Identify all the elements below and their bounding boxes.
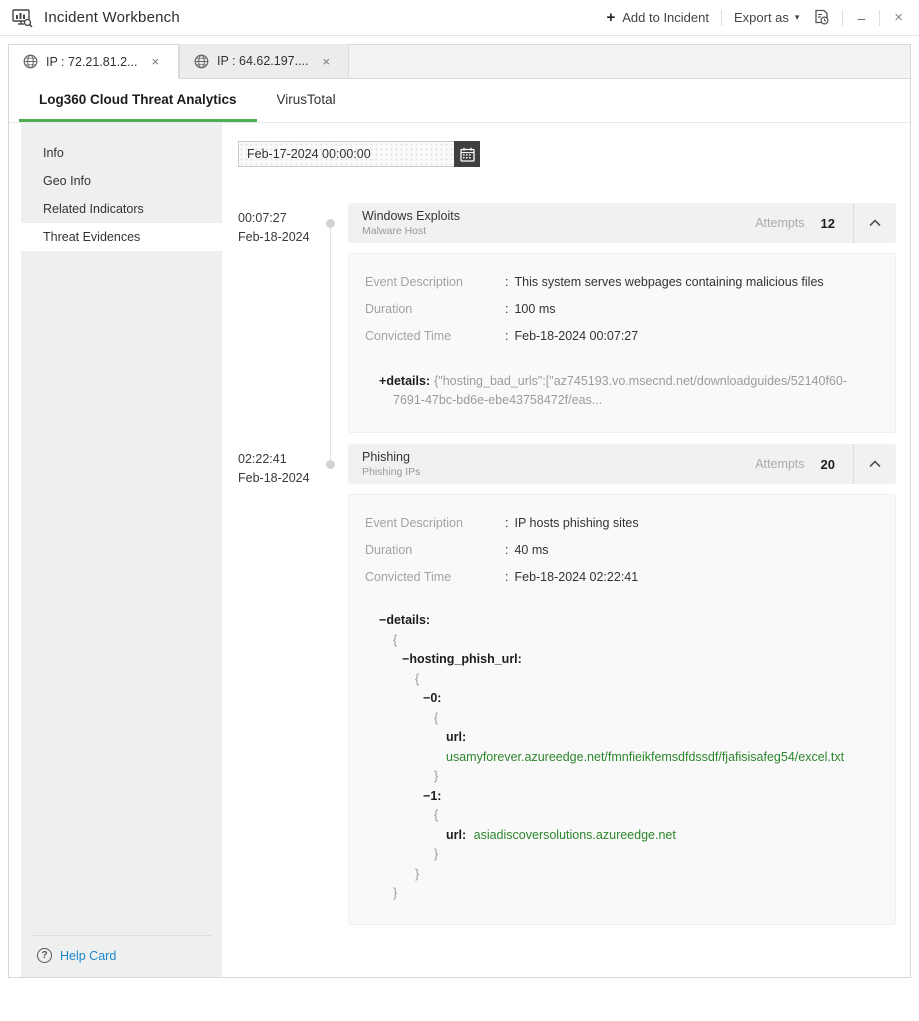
event-title: Phishing (362, 450, 755, 464)
field-value: :40 ms (505, 537, 549, 564)
field-label: Duration (365, 537, 505, 564)
add-to-incident-button[interactable]: + Add to Incident (606, 9, 709, 26)
globe-icon (194, 54, 209, 69)
help-card-link[interactable]: ? Help Card (21, 936, 222, 977)
event-subtitle: Phishing IPs (362, 466, 755, 478)
collapse-event-button[interactable] (853, 444, 896, 484)
plus-icon: + (606, 9, 615, 26)
details-collapsed-row[interactable]: +details:{"hosting_bad_urls":["az745193.… (379, 372, 877, 410)
event-timestamp: 00:07:27 Feb-18-2024 (238, 203, 312, 444)
page-title: Incident Workbench (44, 9, 180, 26)
calendar-button[interactable] (454, 141, 480, 167)
event-timestamp: 02:22:41 Feb-18-2024 (238, 444, 312, 936)
tab-close-icon[interactable]: × (323, 54, 331, 69)
url-key: url: (446, 730, 466, 744)
details-expanded-tree: −details: { −hosting_phish_url: { −0: { … (379, 611, 877, 904)
chevron-up-icon (869, 460, 881, 468)
ip-tabstrip: IP : 72.21.81.2... × IP : 64.62.197.... … (9, 45, 910, 79)
sidebar-item-threat-evidences[interactable]: Threat Evidences (21, 223, 222, 251)
export-as-dropdown[interactable]: Export as ▾ (734, 10, 799, 25)
event-details-card: Event Description:This system serves web… (348, 253, 896, 433)
field-value: :IP hosts phishing sites (505, 510, 639, 537)
sidebar-item-geo-info[interactable]: Geo Info (21, 167, 222, 195)
attempts-count: 12 (821, 216, 835, 231)
event-card-header: Windows Exploits Malware Host Attempts 1… (348, 203, 896, 243)
tree-key-row[interactable]: −hosting_phish_url: (379, 650, 877, 670)
field-label: Duration (365, 296, 505, 323)
sidebar: Info Geo Info Related Indicators Threat … (21, 123, 222, 977)
field-label: Convicted Time (365, 564, 505, 591)
tab-close-icon[interactable]: × (152, 54, 160, 69)
close-button[interactable]: × (892, 9, 905, 26)
subtab-log360-cloud-threat-analytics[interactable]: Log360 Cloud Threat Analytics (19, 79, 257, 122)
field-label: Event Description (365, 510, 505, 537)
incident-workbench-icon (12, 8, 34, 28)
field-label: Event Description (365, 269, 505, 296)
subtab-virustotal[interactable]: VirusTotal (257, 79, 356, 122)
event-card-header: Phishing Phishing IPs Attempts 20 (348, 444, 896, 484)
threat-evidences-content: 00:07:27 Feb-18-2024 Windows Exploits Ma… (222, 123, 910, 977)
field-value: :100 ms (505, 296, 555, 323)
tree-key-row[interactable]: −1: (379, 787, 877, 807)
field-label: Convicted Time (365, 323, 505, 350)
globe-icon (23, 54, 38, 69)
analytics-subtabs: Log360 Cloud Threat Analytics VirusTotal (9, 79, 910, 123)
workbench-panel: IP : 72.21.81.2... × IP : 64.62.197.... … (8, 44, 911, 978)
event-details-card: Event Description:IP hosts phishing site… (348, 494, 896, 925)
field-value: :Feb-18-2024 02:22:41 (505, 564, 638, 591)
sidebar-item-info[interactable]: Info (21, 139, 222, 167)
chevron-up-icon (869, 219, 881, 227)
timeline-connector (312, 444, 348, 936)
event-subtitle: Malware Host (362, 225, 755, 237)
chevron-down-icon: ▾ (795, 12, 800, 23)
field-value: :This system serves webpages containing … (505, 269, 824, 296)
topbar: Incident Workbench + Add to Incident Exp… (0, 0, 919, 36)
collapse-event-button[interactable] (853, 203, 896, 243)
tab-ip-72-21-81-2[interactable]: IP : 72.21.81.2... × (9, 45, 179, 79)
attempts-label: Attempts (755, 216, 804, 230)
field-value: :Feb-18-2024 00:07:27 (505, 323, 638, 350)
event-title: Windows Exploits (362, 209, 755, 223)
attempts-count: 20 (821, 457, 835, 472)
tab-label: IP : 64.62.197.... (217, 54, 309, 68)
threat-event-row: 02:22:41 Feb-18-2024 Phishing Phishing I… (238, 444, 896, 936)
help-icon: ? (37, 948, 52, 963)
threat-event-row: 00:07:27 Feb-18-2024 Windows Exploits Ma… (238, 203, 896, 444)
details-expanded-row[interactable]: −details: (379, 611, 877, 631)
url-key: url: (446, 828, 466, 842)
details-json-preview: {"hosting_bad_urls":["az745193.vo.msecnd… (393, 374, 847, 407)
minimize-button[interactable]: – (855, 10, 867, 26)
phish-url-value: usamyforever.azureedge.net/fmnfieikfemsd… (446, 750, 844, 764)
date-filter-input[interactable] (238, 141, 454, 167)
tab-label: IP : 72.21.81.2... (46, 55, 138, 69)
scheduled-report-icon[interactable] (813, 9, 830, 26)
tab-ip-64-62-197[interactable]: IP : 64.62.197.... × (179, 44, 349, 78)
timeline-connector (312, 203, 348, 444)
sidebar-item-related-indicators[interactable]: Related Indicators (21, 195, 222, 223)
tree-key-row[interactable]: −0: (379, 689, 877, 709)
phish-url-value: asiadiscoversolutions.azureedge.net (474, 828, 676, 842)
attempts-label: Attempts (755, 457, 804, 471)
details-label: details: (386, 374, 430, 388)
